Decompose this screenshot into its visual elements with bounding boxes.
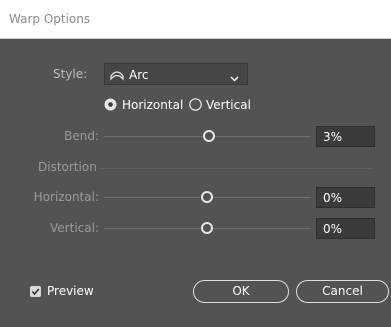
- vertical-radio[interactable]: Vertical: [189, 98, 259, 112]
- horizontal-distortion-slider-thumb[interactable]: [201, 191, 213, 203]
- radio-unselected-icon: [189, 98, 202, 114]
- horizontal-distortion-input[interactable]: [317, 188, 374, 207]
- checkmark-icon: [31, 288, 40, 296]
- dialog-title-bar[interactable]: Warp Options: [0, 0, 391, 39]
- horizontal-radio[interactable]: Horizontal: [104, 98, 184, 112]
- bend-slider-thumb[interactable]: [203, 130, 215, 142]
- vertical-distortion-slider-thumb[interactable]: [201, 222, 213, 234]
- style-label: Style:: [53, 67, 88, 81]
- distortion-divider: [100, 168, 373, 169]
- vertical-distortion-input[interactable]: [317, 219, 374, 238]
- radio-selected-icon: [104, 98, 117, 114]
- horizontal-radio-label: Horizontal: [122, 98, 184, 112]
- ok-button[interactable]: OK: [193, 280, 289, 303]
- horizontal-distortion-label: Horizontal:: [33, 190, 99, 204]
- vertical-distortion-label: Vertical:: [50, 221, 99, 235]
- distortion-section-label: Distortion: [38, 160, 97, 174]
- cancel-button[interactable]: Cancel: [296, 280, 389, 303]
- style-dropdown[interactable]: Arc: [104, 63, 248, 85]
- vertical-distortion-field[interactable]: [316, 218, 375, 239]
- arc-warp-icon: [109, 67, 125, 84]
- warp-options-panel: Style: Arc Horizontal Vertical Bend: 3% …: [0, 39, 391, 327]
- horizontal-distortion-field[interactable]: [316, 187, 375, 208]
- bend-input[interactable]: [317, 127, 374, 146]
- preview-label: Preview: [47, 284, 94, 298]
- chevron-down-icon: [230, 71, 239, 85]
- bend-field[interactable]: [316, 126, 375, 147]
- dialog-title: Warp Options: [9, 12, 91, 26]
- vertical-radio-label: Vertical: [206, 98, 251, 112]
- preview-checkbox[interactable]: [30, 286, 41, 297]
- bend-label: Bend:: [64, 129, 99, 143]
- style-dropdown-value: Arc: [129, 68, 149, 82]
